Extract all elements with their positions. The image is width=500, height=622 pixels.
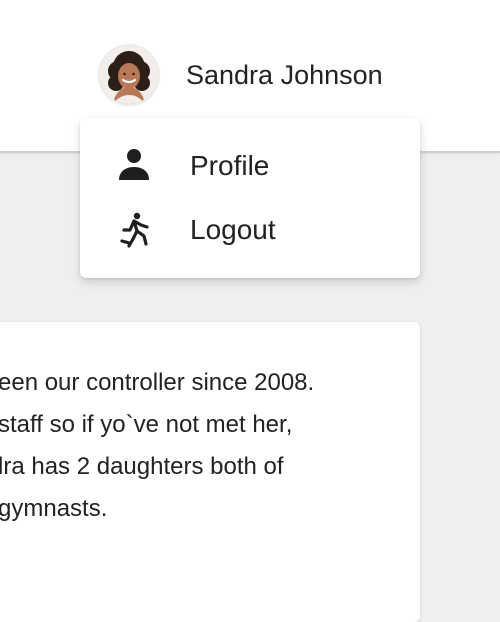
bio-text-line: staff so if yo`ve not met her, xyxy=(0,411,293,438)
logout-label: Logout xyxy=(190,214,276,245)
user-name[interactable]: Sandra Johnson xyxy=(186,60,383,91)
user-menu-trigger[interactable]: Sandra Johnson xyxy=(100,46,383,104)
profile-label: Profile xyxy=(190,150,270,181)
avatar-photo-icon xyxy=(100,46,158,104)
bio-text-line: een our controller since 2008. xyxy=(0,369,315,396)
running-person-icon xyxy=(114,210,154,250)
person-icon xyxy=(114,146,154,186)
profile-menu-item[interactable]: Profile xyxy=(80,136,420,196)
bio-text-line: gymnasts. xyxy=(0,495,108,522)
logout-menu-item[interactable]: Logout xyxy=(80,200,420,260)
user-dropdown-menu: Profile Logout xyxy=(80,118,420,278)
bio-card: een our controller since 2008. staff so … xyxy=(0,322,420,622)
avatar[interactable] xyxy=(100,46,158,104)
bio-text-line: lra has 2 daughters both of xyxy=(0,453,284,480)
